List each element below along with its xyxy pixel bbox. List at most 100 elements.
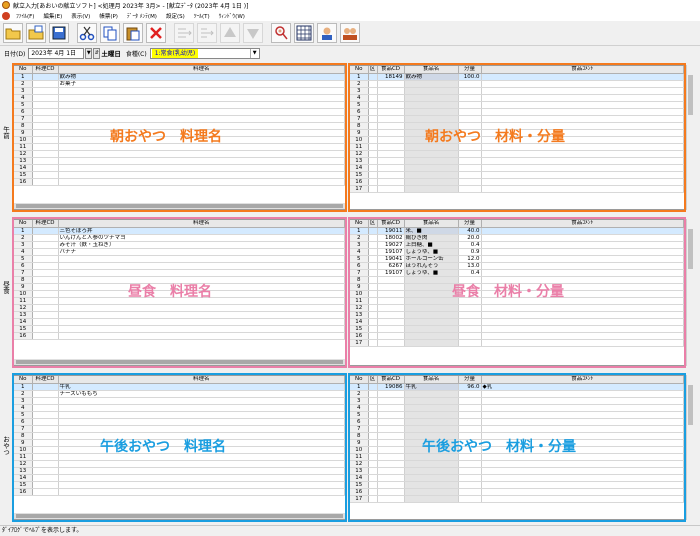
food-code-cell[interactable] <box>377 80 405 88</box>
down-button[interactable] <box>243 23 263 43</box>
dish-name-cell[interactable] <box>58 446 345 454</box>
copy-button[interactable] <box>100 23 120 43</box>
category-cell[interactable] <box>368 318 378 326</box>
quantity-cell[interactable] <box>458 80 482 88</box>
table-row[interactable]: 1 18149 飲み物 100.0 <box>350 73 684 81</box>
food-comment-cell[interactable] <box>481 94 684 102</box>
food-comment-cell[interactable] <box>481 488 684 496</box>
food-code-cell[interactable] <box>377 397 405 405</box>
food-comment-cell[interactable] <box>481 122 684 130</box>
food-comment-cell[interactable] <box>481 495 684 503</box>
insert-row-alt-button[interactable] <box>197 23 217 43</box>
food-name-cell[interactable] <box>404 495 459 503</box>
quantity-cell[interactable] <box>458 332 482 340</box>
quantity-cell[interactable] <box>458 481 482 489</box>
category-cell[interactable] <box>368 404 378 412</box>
table-row[interactable]: 7 <box>14 115 345 123</box>
food-name-cell[interactable]: 上白糖、■ <box>404 241 459 249</box>
food-comment-cell[interactable] <box>481 234 684 242</box>
food-comment-cell[interactable] <box>481 453 684 461</box>
dish-code-cell[interactable] <box>32 453 59 461</box>
food-code-cell[interactable] <box>377 122 405 130</box>
dish-code-cell[interactable] <box>32 418 59 426</box>
table-row[interactable]: 13 <box>14 157 345 165</box>
dish-name-cell[interactable]: 牛乳 <box>58 383 345 391</box>
column-header[interactable]: 食品ｺﾒﾝﾄ <box>481 66 684 74</box>
food-name-cell[interactable] <box>404 453 459 461</box>
food-comment-cell[interactable] <box>481 304 684 312</box>
category-cell[interactable] <box>368 439 378 447</box>
food-code-cell[interactable]: 18149 <box>377 73 405 81</box>
dish-code-cell[interactable] <box>32 318 59 326</box>
food-name-cell[interactable] <box>404 143 459 151</box>
food-name-cell[interactable] <box>404 481 459 489</box>
table-row[interactable]: 7 <box>14 269 345 277</box>
table-row[interactable]: 7 <box>350 425 684 433</box>
table-row[interactable]: 12 <box>350 304 684 312</box>
category-cell[interactable] <box>368 269 378 277</box>
column-header[interactable]: No <box>350 220 369 228</box>
column-header[interactable]: No <box>350 376 369 384</box>
quantity-cell[interactable] <box>458 318 482 326</box>
dish-code-cell[interactable] <box>32 248 59 256</box>
table-row[interactable]: 7 <box>14 425 345 433</box>
food-name-cell[interactable] <box>404 397 459 405</box>
dish-name-cell[interactable]: 飲み物 <box>58 73 345 81</box>
table-row[interactable]: 9 <box>350 129 684 137</box>
table-row[interactable]: 15 <box>350 325 684 333</box>
table-row[interactable]: 5 <box>350 101 684 109</box>
food-comment-cell[interactable] <box>481 73 684 81</box>
food-name-cell[interactable]: ほうれんそう <box>404 262 459 270</box>
food-code-cell[interactable] <box>377 304 405 312</box>
table-row[interactable]: 1 三色そぼろ丼 <box>14 227 345 235</box>
column-header[interactable]: 分量 <box>458 376 482 384</box>
menu-item[interactable]: ﾂｰﾙ(T) <box>194 12 210 20</box>
table-row[interactable]: 2 チーズいももち <box>14 390 345 398</box>
food-name-cell[interactable] <box>404 304 459 312</box>
user-edit-button[interactable] <box>317 23 337 43</box>
open-file-button[interactable] <box>26 23 46 43</box>
dish-code-cell[interactable] <box>32 467 59 475</box>
food-code-cell[interactable] <box>377 318 405 326</box>
food-comment-cell[interactable] <box>481 255 684 263</box>
dish-code-cell[interactable] <box>32 87 59 95</box>
food-comment-cell[interactable] <box>481 143 684 151</box>
dish-name-cell[interactable] <box>58 269 345 277</box>
food-code-cell[interactable] <box>377 87 405 95</box>
food-code-cell[interactable] <box>377 488 405 496</box>
dish-code-cell[interactable] <box>32 171 59 179</box>
table-row[interactable]: 14 <box>350 474 684 482</box>
column-header[interactable]: 料理名 <box>58 66 345 74</box>
dish-code-cell[interactable] <box>32 397 59 405</box>
food-name-cell[interactable] <box>404 185 459 193</box>
table-row[interactable]: 14 <box>14 164 345 172</box>
category-cell[interactable] <box>368 474 378 482</box>
table-row[interactable]: 11 <box>14 453 345 461</box>
table-row[interactable]: 12 <box>350 460 684 468</box>
scroll-thumb[interactable] <box>16 204 343 208</box>
quantity-cell[interactable] <box>458 495 482 503</box>
food-code-cell[interactable] <box>377 325 405 333</box>
table-row[interactable]: 14 <box>14 474 345 482</box>
food-name-cell[interactable] <box>404 390 459 398</box>
dish-name-cell[interactable] <box>58 460 345 468</box>
food-code-cell[interactable] <box>377 164 405 172</box>
food-comment-cell[interactable] <box>481 283 684 291</box>
food-code-cell[interactable]: 19107 <box>377 269 405 277</box>
food-comment-cell[interactable]: ◆乳 <box>481 383 684 391</box>
food-name-cell[interactable] <box>404 157 459 165</box>
dish-code-cell[interactable] <box>32 178 59 186</box>
date-input[interactable]: 2023年 4月 1日 <box>28 47 85 59</box>
food-name-cell[interactable] <box>404 108 459 116</box>
category-cell[interactable] <box>368 460 378 468</box>
column-header[interactable]: 食品CD <box>377 66 405 74</box>
dish-name-cell[interactable] <box>58 87 345 95</box>
food-comment-cell[interactable] <box>481 474 684 482</box>
food-code-cell[interactable] <box>377 143 405 151</box>
table-row[interactable]: 2 <box>350 80 684 88</box>
dish-name-cell[interactable] <box>58 397 345 405</box>
food-name-cell[interactable] <box>404 94 459 102</box>
column-header[interactable]: 食品ｺﾒﾝﾄ <box>481 220 684 228</box>
column-header[interactable]: 料理名 <box>58 220 345 228</box>
dish-code-cell[interactable] <box>32 332 59 340</box>
